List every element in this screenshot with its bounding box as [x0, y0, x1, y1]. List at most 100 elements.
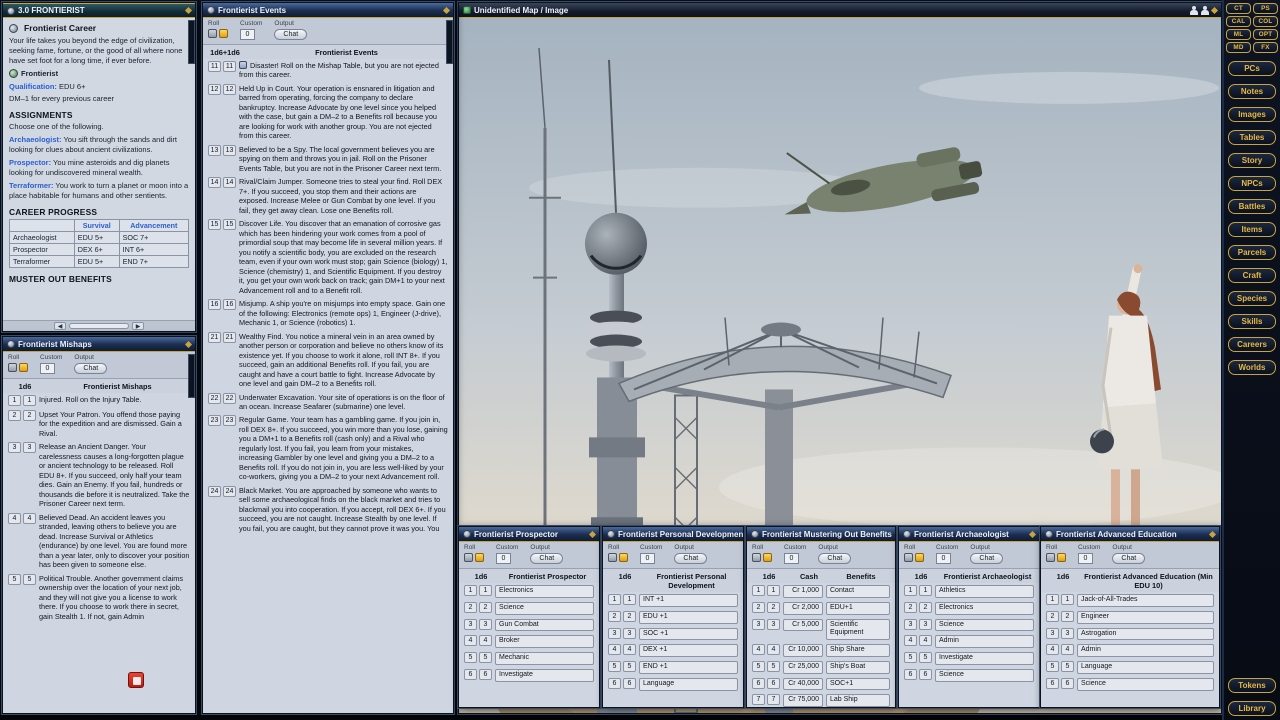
table-row[interactable]: 33Cr 5,000Scientific Equipment — [752, 619, 890, 641]
map-titlebar[interactable]: Unidentified Map / Image — [459, 3, 1221, 18]
table-window-titlebar[interactable]: Frontierist Prospector — [459, 527, 599, 542]
table-row[interactable]: 22Electronics — [904, 602, 1034, 615]
sidebar-item-story[interactable]: Story — [1228, 153, 1276, 168]
chat-button[interactable]: Chat — [530, 553, 563, 564]
sidebar-item-tables[interactable]: Tables — [1228, 130, 1276, 145]
table-row[interactable]: 22Science — [464, 602, 594, 615]
table-row[interactable]: 2424Black Market. You are approached by … — [208, 486, 448, 533]
table-row[interactable]: 55Cr 25,000Ship's Boat — [752, 661, 890, 674]
table-row[interactable]: 11Athletics — [904, 585, 1034, 598]
table-row[interactable]: 55Political Trouble. Another government … — [8, 574, 190, 621]
table-row[interactable]: 44DEX +1 — [608, 644, 738, 657]
table-row[interactable]: 66Cr 40,000SOC+1 — [752, 678, 890, 691]
die-icon[interactable] — [1046, 553, 1055, 562]
sidebar-item-items[interactable]: Items — [1228, 222, 1276, 237]
sidebar-item-careers[interactable]: Careers — [1228, 337, 1276, 352]
sidebar-item-npcs[interactable]: NPCs — [1228, 176, 1276, 191]
next-page-button[interactable]: ▶ — [132, 322, 144, 330]
table-row[interactable]: 11Jack-of-All-Trades — [1046, 594, 1214, 607]
sidebar-item-species[interactable]: Species — [1228, 291, 1276, 306]
chat-button[interactable]: Chat — [1112, 553, 1145, 564]
chat-button[interactable]: Chat — [818, 553, 851, 564]
table-row[interactable]: 55END +1 — [608, 661, 738, 674]
prev-page-button[interactable]: ◀ — [54, 322, 66, 330]
table-window-titlebar[interactable]: Frontierist Personal Development — [603, 527, 743, 542]
table-row[interactable]: 1212Held Up in Court. Your operation is … — [208, 84, 448, 141]
pager-track[interactable] — [69, 323, 129, 329]
table-window-titlebar[interactable]: Frontierist Mustering Out Benefits — [747, 527, 895, 542]
table-row[interactable]: 22Cr 2,000EDU+1 — [752, 602, 890, 615]
sidebar-mini-button-fx[interactable]: FX — [1253, 42, 1278, 53]
players-icon[interactable] — [1190, 6, 1198, 15]
table-window-titlebar[interactable]: Frontierist Archaeologist — [899, 527, 1039, 542]
events-titlebar[interactable]: Frontierist Events — [203, 3, 453, 18]
table-row[interactable]: 33Science — [904, 619, 1034, 632]
gm-icon[interactable] — [1201, 6, 1209, 15]
table-row[interactable]: 11INT +1 — [608, 594, 738, 607]
die-icon[interactable] — [1057, 553, 1066, 562]
custom-value-field[interactable]: 0 — [1078, 553, 1093, 564]
custom-value-field[interactable]: 0 — [936, 553, 951, 564]
custom-value-field[interactable]: 0 — [240, 29, 255, 40]
window-tab[interactable] — [188, 20, 195, 64]
sidebar-mini-button-ps[interactable]: PS — [1253, 3, 1278, 14]
reference-content[interactable]: Frontierist Career Your life takes you b… — [3, 18, 195, 320]
table-row[interactable]: 66Science — [1046, 678, 1214, 691]
chat-button[interactable]: Chat — [274, 29, 307, 40]
table-row[interactable]: 55Mechanic — [464, 652, 594, 665]
career-link[interactable]: Frontierist — [9, 69, 189, 79]
chat-button[interactable]: Chat — [74, 363, 107, 374]
table-row[interactable]: 2323Regular Game. Your team has a gambli… — [208, 415, 448, 481]
window-tab[interactable] — [188, 354, 195, 398]
table-row[interactable]: 33Release an Ancient Danger. Your carele… — [8, 442, 190, 508]
sidebar-mini-button-opt[interactable]: OPT — [1253, 29, 1278, 40]
die-icon[interactable] — [608, 553, 617, 562]
sidebar-item-library[interactable]: Library — [1228, 701, 1276, 716]
table-row[interactable]: 77Cr 75,000Lab Ship — [752, 694, 890, 707]
table-row[interactable]: 22Engineer — [1046, 611, 1214, 624]
custom-value-field[interactable]: 0 — [496, 553, 511, 564]
sidebar-item-pcs[interactable]: PCs — [1228, 61, 1276, 76]
table-row[interactable]: 55Language — [1046, 661, 1214, 674]
chat-button[interactable]: Chat — [674, 553, 707, 564]
table-row[interactable]: 11Injured. Roll on the Injury Table. — [8, 395, 190, 406]
table-row[interactable]: 33Astrogation — [1046, 628, 1214, 641]
table-window-titlebar[interactable]: Frontierist Advanced Education — [1041, 527, 1219, 542]
mishaps-titlebar[interactable]: Frontierist Mishaps — [3, 337, 195, 352]
die-icon[interactable] — [219, 29, 228, 38]
table-row[interactable]: 55Investigate — [904, 652, 1034, 665]
table-row[interactable]: 44Believed Dead. An accident leaves you … — [8, 513, 190, 570]
mishaps-rows[interactable]: 11Injured. Roll on the Injury Table. 22Up… — [3, 393, 195, 713]
table-row[interactable]: 33Gun Combat — [464, 619, 594, 632]
die-icon[interactable] — [904, 553, 913, 562]
sidebar-item-notes[interactable]: Notes — [1228, 84, 1276, 99]
table-row[interactable]: 44Admin — [1046, 644, 1214, 657]
table-link-icon[interactable] — [239, 61, 247, 69]
table-row[interactable]: 66Language — [608, 678, 738, 691]
table-row[interactable]: 44Cr 10,000Ship Share — [752, 644, 890, 657]
table-row[interactable]: 1616Misjump. A ship you're on misjumps i… — [208, 299, 448, 327]
table-row[interactable]: 2121Wealthy Find. You notice a mineral v… — [208, 332, 448, 389]
sidebar-mini-button-cal[interactable]: CAL — [1226, 16, 1251, 27]
die-icon[interactable] — [915, 553, 924, 562]
table-row[interactable]: 1515Discover Life. You discover that an … — [208, 219, 448, 295]
die-icon[interactable] — [208, 29, 217, 38]
window-tab[interactable] — [446, 20, 453, 64]
sidebar-item-images[interactable]: Images — [1228, 107, 1276, 122]
sidebar-item-battles[interactable]: Battles — [1228, 199, 1276, 214]
sidebar-item-tokens[interactable]: Tokens — [1228, 678, 1276, 693]
events-rows[interactable]: 1111Disaster! Roll on the Mishap Table, … — [203, 59, 453, 713]
table-row[interactable]: 22Upset Your Patron. You offend those pa… — [8, 410, 190, 438]
sidebar-mini-button-ml[interactable]: ML — [1226, 29, 1251, 40]
sidebar-item-worlds[interactable]: Worlds — [1228, 360, 1276, 375]
reference-titlebar[interactable]: 3.0 FRONTIERIST — [3, 3, 195, 18]
chat-button[interactable]: Chat — [970, 553, 1003, 564]
sidebar-item-skills[interactable]: Skills — [1228, 314, 1276, 329]
table-row[interactable]: 44Admin — [904, 635, 1034, 648]
sidebar-mini-button-ct[interactable]: CT — [1226, 3, 1251, 14]
table-row[interactable]: 1313Believed to be a Spy. The local gove… — [208, 145, 448, 173]
table-row[interactable]: 66Investigate — [464, 669, 594, 682]
table-row[interactable]: 33SOC +1 — [608, 628, 738, 641]
table-row[interactable]: 2222Underwater Excavation. Your site of … — [208, 393, 448, 412]
custom-value-field[interactable]: 0 — [640, 553, 655, 564]
